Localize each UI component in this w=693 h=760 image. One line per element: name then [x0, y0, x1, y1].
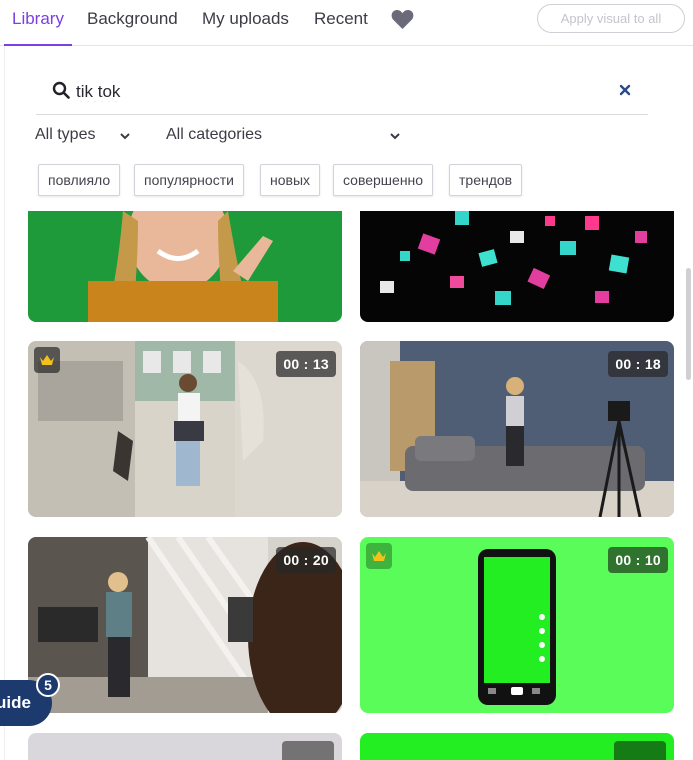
heart-icon[interactable] [390, 8, 415, 30]
type-filter-label: All types [35, 126, 96, 143]
suggestion-chip[interactable]: совершенно [333, 164, 434, 196]
tab-library[interactable]: Library [4, 0, 72, 46]
video-preview-image [360, 211, 674, 322]
duration-label: 00 : 10 [608, 547, 668, 573]
category-filter-label: All categories [166, 126, 263, 143]
video-thumbnail[interactable] [360, 733, 674, 760]
type-filter-dropdown[interactable]: All types [35, 126, 135, 150]
suggestion-chip[interactable]: повлияло [38, 164, 121, 196]
video-thumbnail[interactable] [28, 733, 342, 760]
scrollbar[interactable] [686, 268, 691, 380]
chevron-down-icon [120, 133, 130, 140]
video-thumbnail[interactable]: 00 : 18 [360, 341, 674, 517]
search-input[interactable] [76, 79, 596, 105]
category-filter-dropdown[interactable]: All categories [166, 126, 406, 150]
tab-recent[interactable]: Recent [314, 0, 368, 46]
tab-bar: Library Background My uploads Recent App… [0, 0, 693, 46]
results-grid: 00 : 13 00 : 18 00: 20 00: 10 [5, 211, 693, 760]
video-thumbnail[interactable]: 00 : 10 [360, 537, 674, 713]
suggestion-chip[interactable]: популярности [134, 164, 244, 196]
duration-label: 00 : 13 [276, 351, 336, 377]
video-thumbnail[interactable]: 00 : 20 [28, 537, 342, 713]
close-icon[interactable] [618, 83, 632, 97]
suggestion-chip[interactable]: новых [260, 164, 321, 196]
apply-visual-to-all-button[interactable]: Apply visual to all [537, 4, 685, 33]
tab-my-uploads[interactable]: My uploads [202, 0, 289, 46]
duration-label [282, 741, 334, 760]
crown-icon [372, 551, 386, 561]
video-thumbnail[interactable] [360, 211, 674, 322]
premium-badge [34, 347, 60, 373]
suggestion-chip[interactable]: трендов [449, 164, 523, 196]
search-bar [36, 77, 648, 115]
video-thumbnail[interactable] [28, 211, 342, 322]
search-icon [52, 81, 70, 99]
duration-label [614, 741, 666, 760]
tab-background[interactable]: Background [87, 0, 178, 46]
duration-label: 00 : 20 [276, 547, 336, 573]
guide-count-badge: 5 [36, 673, 60, 697]
duration-label: 00 : 18 [608, 351, 668, 377]
crown-icon [40, 355, 54, 365]
library-panel: All types All categories повлияло популя… [4, 46, 693, 760]
chevron-down-icon [390, 133, 400, 140]
guide-label: uide [0, 693, 31, 712]
video-thumbnail[interactable]: 00 : 13 [28, 341, 342, 517]
premium-badge [366, 543, 392, 569]
video-preview-image [28, 211, 342, 322]
